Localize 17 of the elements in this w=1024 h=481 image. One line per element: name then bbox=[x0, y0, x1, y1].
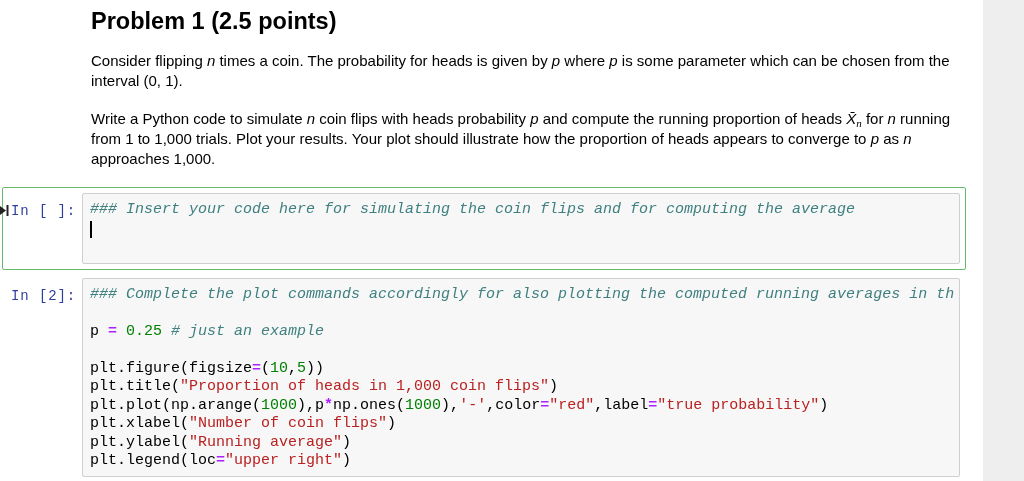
code-cell[interactable]: In [ ]: ### Insert your code here for simulating the coin flips and for computing the average bbox=[2, 187, 966, 271]
code-line: ### Insert your code here for simulating the coin flips and for computing the average bbox=[90, 201, 857, 220]
code-line: ### Complete the plot commands accordingly for also plotting the computed running averages in th bbox=[90, 286, 955, 305]
code-line: plt.legend(loc="upper right") bbox=[90, 451, 353, 471]
code-line: plt.ylabel("Running average") bbox=[90, 433, 353, 452]
code-line: p = 0.25 # just an example bbox=[90, 323, 326, 342]
input-prompt: In [ ]: bbox=[10, 202, 78, 222]
problem-paragraph: Consider flipping n times a coin. The probability for heads is given by p where p is some parameter which can be chosen from the interval (0, 1). bbox=[91, 51, 951, 92]
problem-heading: Problem 1 (2.5 points) bbox=[91, 7, 338, 36]
code-line: plt.figure(figsize=(10,5)) bbox=[90, 360, 326, 379]
code-line: plt.title("Proportion of heads in 1,000 coin flips") bbox=[90, 378, 560, 397]
code-editor[interactable]: ### Insert your code here for simulating the coin flips and for computing the average bbox=[82, 193, 960, 265]
play-bar-icon bbox=[0, 205, 9, 217]
code-line: plt.plot(np.arange(1000),p*np.ones(1000),'-',color="red",label="true probability") bbox=[90, 396, 830, 416]
problem-paragraph: Write a Python code to simulate n coin flips with heads probability p and compute the running proportion of heads X̄$_{n}$ for n running from 1 to 1,000 trials. Plot your results. Your plot should illustrate how the proportion of heads appears to converge to p as n approaches 1,000. bbox=[91, 109, 952, 170]
input-prompt: In [2]: bbox=[10, 287, 78, 307]
code-line: plt.xlabel("Number of coin flips") bbox=[90, 415, 398, 434]
